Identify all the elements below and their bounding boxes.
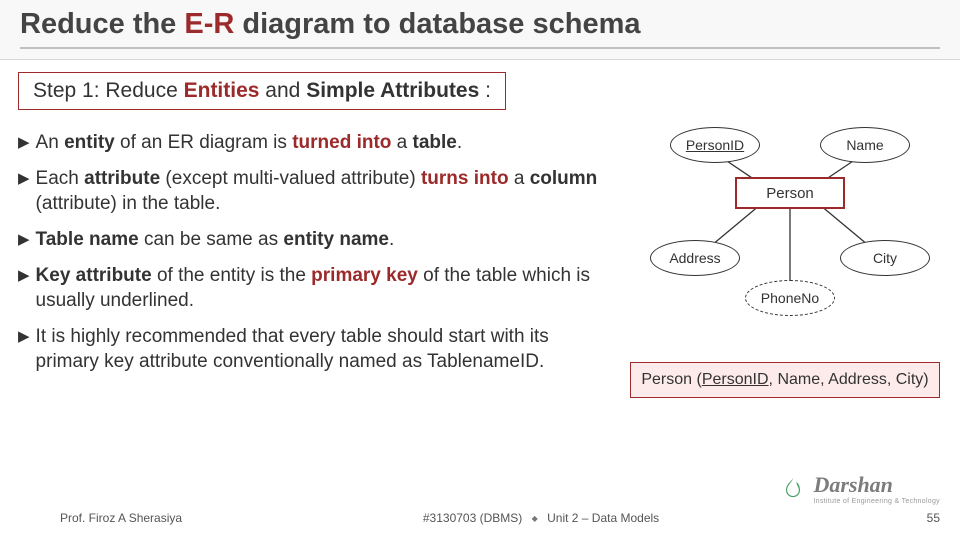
step-word2: Simple Attributes — [306, 79, 479, 102]
title-pre: Reduce the — [20, 8, 184, 40]
bullet-arrow-icon: ▶ — [18, 230, 30, 253]
step-heading-box: Step 1: Reduce Entities and Simple Attri… — [18, 72, 506, 110]
er-attr-city: City — [840, 240, 930, 276]
bullet-text: An entity of an ER diagram is turned int… — [36, 130, 463, 156]
bullet-arrow-icon: ▶ — [18, 327, 30, 375]
schema-pk: PersonID — [702, 371, 769, 388]
title-divider — [0, 59, 960, 60]
bullet-item: ▶ Each attribute (except multi-valued at… — [18, 166, 598, 217]
er-attr-name: Name — [820, 127, 910, 163]
title-accent: E-R — [184, 8, 234, 40]
logo-subtext: Institute of Engineering & Technology — [813, 498, 940, 505]
bullet-list: ▶ An entity of an ER diagram is turned i… — [18, 130, 598, 385]
schema-col: City — [896, 371, 924, 388]
er-attr-personid: PersonID — [670, 127, 760, 163]
schema-col: Name — [777, 371, 820, 388]
er-diagram: PersonID Name Person Address City PhoneN… — [640, 115, 940, 345]
bullet-text: Table name can be same as entity name. — [36, 227, 395, 253]
bullet-item: ▶ It is highly recommended that every ta… — [18, 324, 598, 375]
institute-logo: Darshan Institute of Engineering & Techn… — [779, 472, 940, 505]
step-mid: and — [259, 79, 306, 102]
footer-page: 55 — [900, 511, 940, 525]
logo-text: Darshan — [813, 472, 892, 497]
step-word1: Entities — [184, 79, 260, 102]
step-prefix: Step 1: Reduce — [33, 79, 184, 102]
er-attr-address: Address — [650, 240, 740, 276]
bullet-arrow-icon: ▶ — [18, 266, 30, 314]
footer-unit: Unit 2 – Data Models — [547, 511, 659, 525]
bullet-item: ▶ An entity of an ER diagram is turned i… — [18, 130, 598, 156]
bullet-text: It is highly recommended that every tabl… — [36, 324, 598, 375]
bullet-arrow-icon: ▶ — [18, 133, 30, 156]
bullet-arrow-icon: ▶ — [18, 169, 30, 217]
schema-table: Person — [641, 371, 692, 388]
bullet-item: ▶ Table name can be same as entity name. — [18, 227, 598, 253]
footer-center: #3130703 (DBMS) Unit 2 – Data Models — [182, 511, 900, 525]
bullet-item: ▶ Key attribute of the entity is the pri… — [18, 263, 598, 314]
schema-col: Address — [828, 371, 887, 388]
footer-author: Prof. Firoz A Sherasiya — [60, 511, 182, 525]
flame-icon — [779, 475, 807, 503]
diamond-separator-icon — [526, 511, 544, 525]
er-entity-person: Person — [735, 177, 845, 209]
page-title: Reduce the E-R diagram to database schem… — [20, 8, 940, 49]
bullet-text: Key attribute of the entity is the prima… — [36, 263, 598, 314]
schema-box: Person (PersonID, Name, Address, City) — [630, 362, 940, 398]
footer-code: #3130703 (DBMS) — [423, 511, 522, 525]
bullet-text: Each attribute (except multi-valued attr… — [36, 166, 598, 217]
slide-footer: Prof. Firoz A Sherasiya #3130703 (DBMS) … — [60, 511, 940, 525]
er-attr-phoneno: PhoneNo — [745, 280, 835, 316]
step-suffix: : — [479, 79, 491, 102]
title-post: diagram to database schema — [234, 8, 640, 40]
